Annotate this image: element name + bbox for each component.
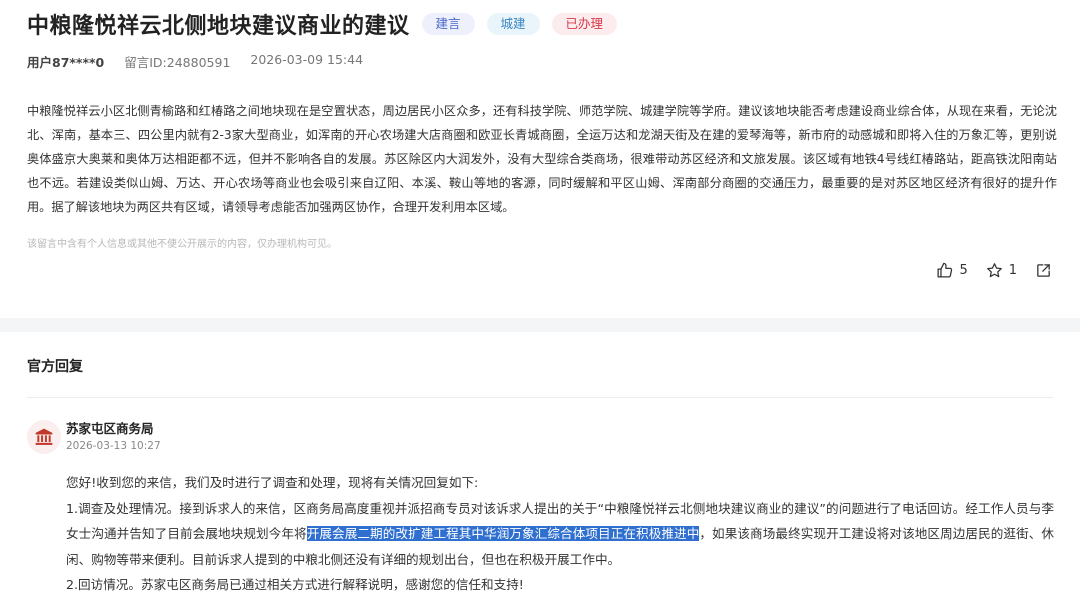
post-content: 中粮隆悦祥云小区北侧青榆路和红椿路之间地块现在是空置状态，周边居民小区众多，还有… [27,104,1057,214]
post-datetime: 2026-03-09 15:44 [250,52,364,67]
like-count: 5 [959,263,968,278]
privacy-note: 该留言中含有个人信息或其他不便公开展示的内容，仅办理机构可见。 [27,239,337,250]
like-button[interactable]: 5 [936,262,968,279]
post-title: 中粮隆悦祥云北侧地块建议商业的建议 [27,14,410,39]
thumbs-up-icon [937,262,953,278]
government-building-icon [35,428,53,445]
section-title: 官方回复 [27,359,83,375]
reply-paragraph-1: 1.调查及处理情况。接到诉求人的来信，区商务局高度重视并派招商专员对该诉求人提出… [66,496,1054,573]
reply-paragraph-2: 2.回访情况。苏家屯区商务局已通过相关方式进行解释说明，感谢您的信任和支持! [66,577,524,593]
reply-content: 您好!收到您的来信，我们及时进行了调查和处理，现将有关情况回复如下: 1.调查及… [66,470,1054,598]
post-meta: 用户87****0 留言ID:24880591 2026-03-09 15:44 [27,52,363,71]
post-user: 用户87****0 [27,55,105,70]
reply-greeting: 您好!收到您的来信，我们及时进行了调查和处理，现将有关情况回复如下: [66,475,479,490]
reply-time: 2026-03-13 10:27 [66,440,161,452]
message-id: 留言ID:24880591 [124,55,231,70]
star-icon [986,263,1002,278]
favorite-button[interactable]: 1 [986,262,1017,279]
share-icon [1037,264,1050,277]
share-button[interactable] [1035,262,1052,279]
status-badge: 已办理 [551,13,618,35]
favorite-count: 1 [1008,263,1017,278]
text-selection-highlight[interactable]: 开展会展二期的改扩建工程其中华润万象汇综合体项目正在积极推进中 [306,526,700,542]
post-card: 中粮隆悦祥云北侧地块建议商业的建议 建言 城建 已办理 用户87****0 留言… [0,0,1080,318]
org-name: 苏家屯区商务局 [66,421,154,436]
official-reply-section: 官方回复 苏家屯区商务局 2026-03-13 10:27 您好!收到您的来信，… [0,332,1080,606]
org-avatar [27,420,61,454]
tag-suggestion[interactable]: 建言 [421,13,475,35]
divider [27,397,1053,398]
title-row: 中粮隆悦祥云北侧地块建议商业的建议 建言 城建 已办理 [27,8,618,40]
tag-urban-construction[interactable]: 城建 [486,13,540,35]
section-separator [0,318,1080,332]
post-actions: 5 1 [936,262,1052,279]
